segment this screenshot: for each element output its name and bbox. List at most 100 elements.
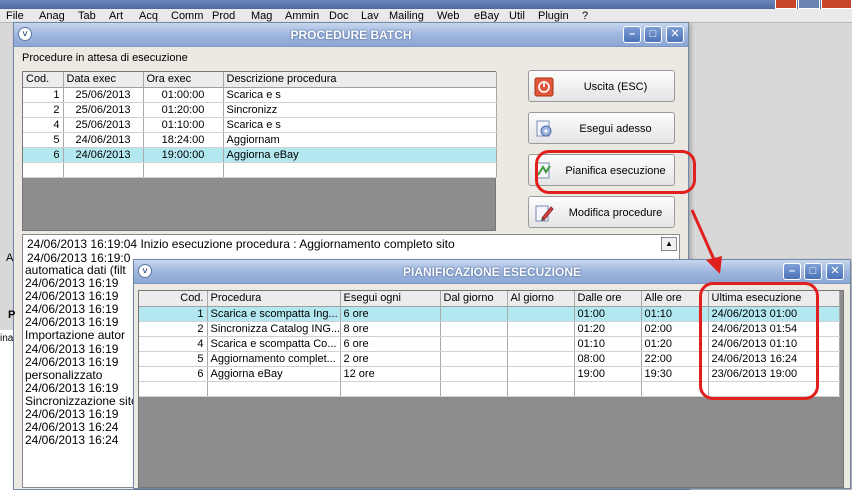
run-icon: [536, 120, 552, 137]
col-dal-giorno[interactable]: Dal giorno: [440, 291, 508, 307]
log-line: 24/06/2013 16:19: [25, 354, 119, 369]
col-dalle-ore[interactable]: Dalle ore: [574, 291, 642, 307]
app-minimize-button[interactable]: [775, 0, 797, 9]
menu-art[interactable]: Art: [109, 10, 123, 22]
cell-date: 25/06/2013: [63, 117, 144, 133]
close-button[interactable]: ✕: [666, 26, 684, 43]
menu-web[interactable]: Web: [437, 10, 459, 22]
close-button[interactable]: ✕: [826, 263, 844, 280]
menu-anag[interactable]: Anag: [39, 10, 65, 22]
cell-esegui-ogni: 2 ore: [340, 351, 441, 367]
cell-al-giorno: [507, 366, 575, 382]
menu-prod[interactable]: Prod: [212, 10, 235, 22]
log-line: personalizzato: [25, 367, 103, 382]
pending-grid: Cod. Data exec Ora exec Descrizione proc…: [22, 71, 497, 231]
col-procedura[interactable]: Procedura: [207, 291, 341, 307]
cell-al-giorno: [507, 336, 575, 352]
minimize-button[interactable]: –: [623, 26, 641, 43]
cell-procedura: Scarica e scompatta Co...: [207, 336, 341, 352]
annotation-arrow-icon: [690, 209, 722, 274]
cell-cod: 6: [139, 366, 208, 382]
edit-icon: [535, 205, 554, 222]
cell-procedura: Scarica e scompatta Ing...: [207, 306, 341, 322]
bg-fragment-a: A: [6, 252, 14, 264]
menu-mailing[interactable]: Mailing: [389, 10, 424, 22]
menu-file[interactable]: File: [6, 10, 24, 22]
cell-date: 24/06/2013: [63, 132, 144, 148]
cell-desc: Sincronizz: [223, 102, 497, 118]
minimize-button[interactable]: –: [783, 263, 801, 280]
cell-esegui-ogni: 8 ore: [340, 321, 441, 337]
menu-util[interactable]: Util: [509, 10, 525, 22]
app-maximize-button[interactable]: [798, 0, 820, 9]
cell-desc: Aggiornam: [223, 132, 497, 148]
cell-alle-ore: 01:20: [641, 336, 709, 352]
cell-esegui-ogni: 6 ore: [340, 336, 441, 352]
cell-dalle-ore: 01:20: [574, 321, 642, 337]
cell-dal-giorno: [440, 336, 508, 352]
cell-cod: 6: [23, 147, 64, 163]
col-descrizione[interactable]: Descrizione procedura: [223, 72, 497, 88]
menu-comm[interactable]: Comm: [171, 10, 203, 22]
annotation-highlight-last-run: [699, 282, 819, 400]
app-close-button[interactable]: [821, 0, 852, 9]
menu-plugin[interactable]: Plugin: [538, 10, 569, 22]
cell-al-giorno: [507, 351, 575, 367]
cell-cod: 1: [139, 306, 208, 322]
maximize-button[interactable]: □: [804, 263, 822, 280]
menu-acq[interactable]: Acq: [139, 10, 158, 22]
schedule-title: PIANIFICAZIONE ESECUZIONE: [402, 265, 581, 279]
cell-dal-giorno: [440, 366, 508, 382]
edit-procedures-button[interactable]: Modifica procedure: [528, 196, 675, 228]
scroll-up-button[interactable]: ▲: [661, 237, 677, 251]
log-line: Importazione autor: [25, 328, 126, 343]
table-row-empty[interactable]: [23, 162, 497, 178]
maximize-button[interactable]: □: [644, 26, 662, 43]
col-alle-ore[interactable]: Alle ore: [641, 291, 709, 307]
menu-help[interactable]: ?: [582, 10, 588, 22]
cell-cod: 5: [23, 132, 64, 148]
table-row[interactable]: 1 25/06/2013 01:00:00 Scarica e s: [23, 87, 497, 103]
exit-button-label: Uscita (ESC): [583, 81, 648, 93]
log-line: 24/06/2013 16:19: [25, 380, 119, 395]
cell-alle-ore: 19:30: [641, 366, 709, 382]
menu-ebay[interactable]: eBay: [474, 10, 499, 22]
exit-icon: [534, 77, 554, 97]
menu-mag[interactable]: Mag: [251, 10, 272, 22]
cell-date: 25/06/2013: [63, 102, 144, 118]
cell-desc: Scarica e s: [223, 87, 497, 103]
cell-cod: 2: [23, 102, 64, 118]
cell-date: 24/06/2013: [63, 147, 144, 163]
run-now-button[interactable]: Esegui adesso: [528, 112, 675, 144]
table-row[interactable]: 2 25/06/2013 01:20:00 Sincronizz: [23, 102, 497, 118]
cell-dal-giorno: [440, 351, 508, 367]
menu-lav[interactable]: Lav: [361, 10, 379, 22]
log-line: 24/06/2013 16:19:04 Inizio esecuzione pr…: [27, 237, 455, 251]
cell-desc: Aggiorna eBay: [223, 147, 497, 163]
cell-dalle-ore: 19:00: [574, 366, 642, 382]
table-row-selected[interactable]: 6 24/06/2013 19:00:00 Aggiorna eBay: [23, 147, 497, 163]
bg-fragment-ina: ina: [0, 333, 14, 344]
col-al-giorno[interactable]: Al giorno: [507, 291, 575, 307]
col-esegui-ogni[interactable]: Esegui ogni: [340, 291, 441, 307]
cell-esegui-ogni: 12 ore: [340, 366, 441, 382]
log-line: 24/06/2013 16:19: [25, 341, 119, 356]
col-data-exec[interactable]: Data exec: [63, 72, 144, 88]
cell-date: 25/06/2013: [63, 87, 144, 103]
table-row[interactable]: 5 24/06/2013 18:24:00 Aggiornam: [23, 132, 497, 148]
run-now-label: Esegui adesso: [579, 123, 652, 135]
cell-dal-giorno: [440, 321, 508, 337]
exit-button[interactable]: Uscita (ESC): [528, 70, 675, 102]
table-row[interactable]: 4 25/06/2013 01:10:00 Scarica e s: [23, 117, 497, 133]
col-cod[interactable]: Cod.: [23, 72, 64, 88]
menu-tab[interactable]: Tab: [78, 10, 96, 22]
col-ora-exec[interactable]: Ora exec: [143, 72, 224, 88]
menu-doc[interactable]: Doc: [329, 10, 349, 22]
col-cod[interactable]: Cod.: [139, 291, 208, 307]
cell-alle-ore: 01:10: [641, 306, 709, 322]
cell-time: 19:00:00: [143, 147, 224, 163]
log-continuation: automatica dati (filt 24/06/2013 16:19 2…: [25, 264, 137, 447]
menu-ammin[interactable]: Ammin: [285, 10, 319, 22]
cell-cod: 4: [139, 336, 208, 352]
procedure-batch-titlebar: ˅ PROCEDURE BATCH – □ ✕: [14, 23, 688, 47]
